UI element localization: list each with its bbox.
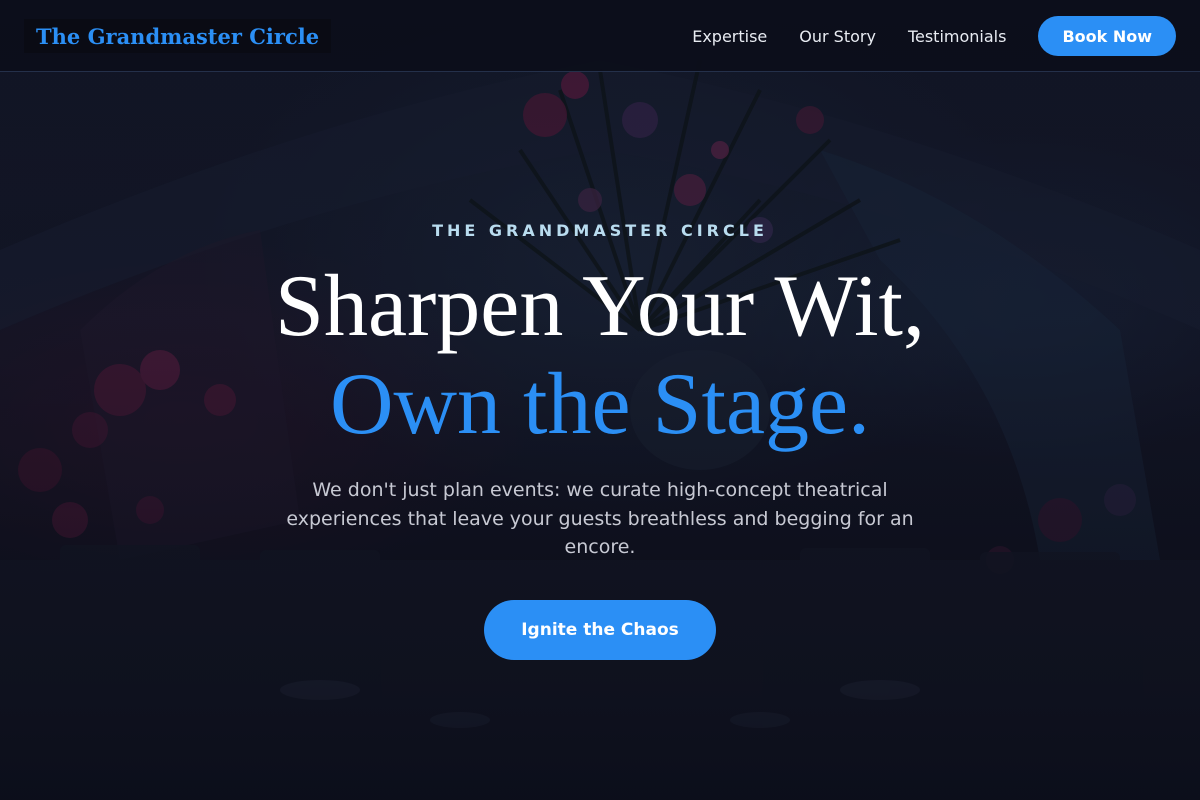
nav-link-testimonials[interactable]: Testimonials: [908, 27, 1007, 46]
nav-link-our-story[interactable]: Our Story: [799, 27, 876, 46]
landing-page: The Grandmaster Circle Expertise Our Sto…: [0, 0, 1200, 800]
nav-link-expertise[interactable]: Expertise: [692, 27, 767, 46]
book-now-button[interactable]: Book Now: [1038, 16, 1176, 56]
hero-description: We don't just plan events: we curate hig…: [286, 479, 914, 558]
hero-headline: Sharpen Your Wit, Own the Stage.: [0, 258, 1200, 454]
hero-eyebrow: THE GRANDMASTER CIRCLE: [432, 221, 768, 240]
headline-line-2: Own the Stage.: [329, 356, 871, 453]
hero-section: THE GRANDMASTER CIRCLE Sharpen Your Wit,…: [0, 0, 1200, 800]
brand-logo[interactable]: The Grandmaster Circle: [24, 19, 332, 53]
site-header: The Grandmaster Circle Expertise Our Sto…: [0, 0, 1200, 72]
main-nav: Expertise Our Story Testimonials Book No…: [692, 0, 1176, 72]
ignite-the-chaos-button[interactable]: Ignite the Chaos: [484, 600, 716, 660]
headline-line-1: Sharpen Your Wit,: [275, 258, 925, 355]
